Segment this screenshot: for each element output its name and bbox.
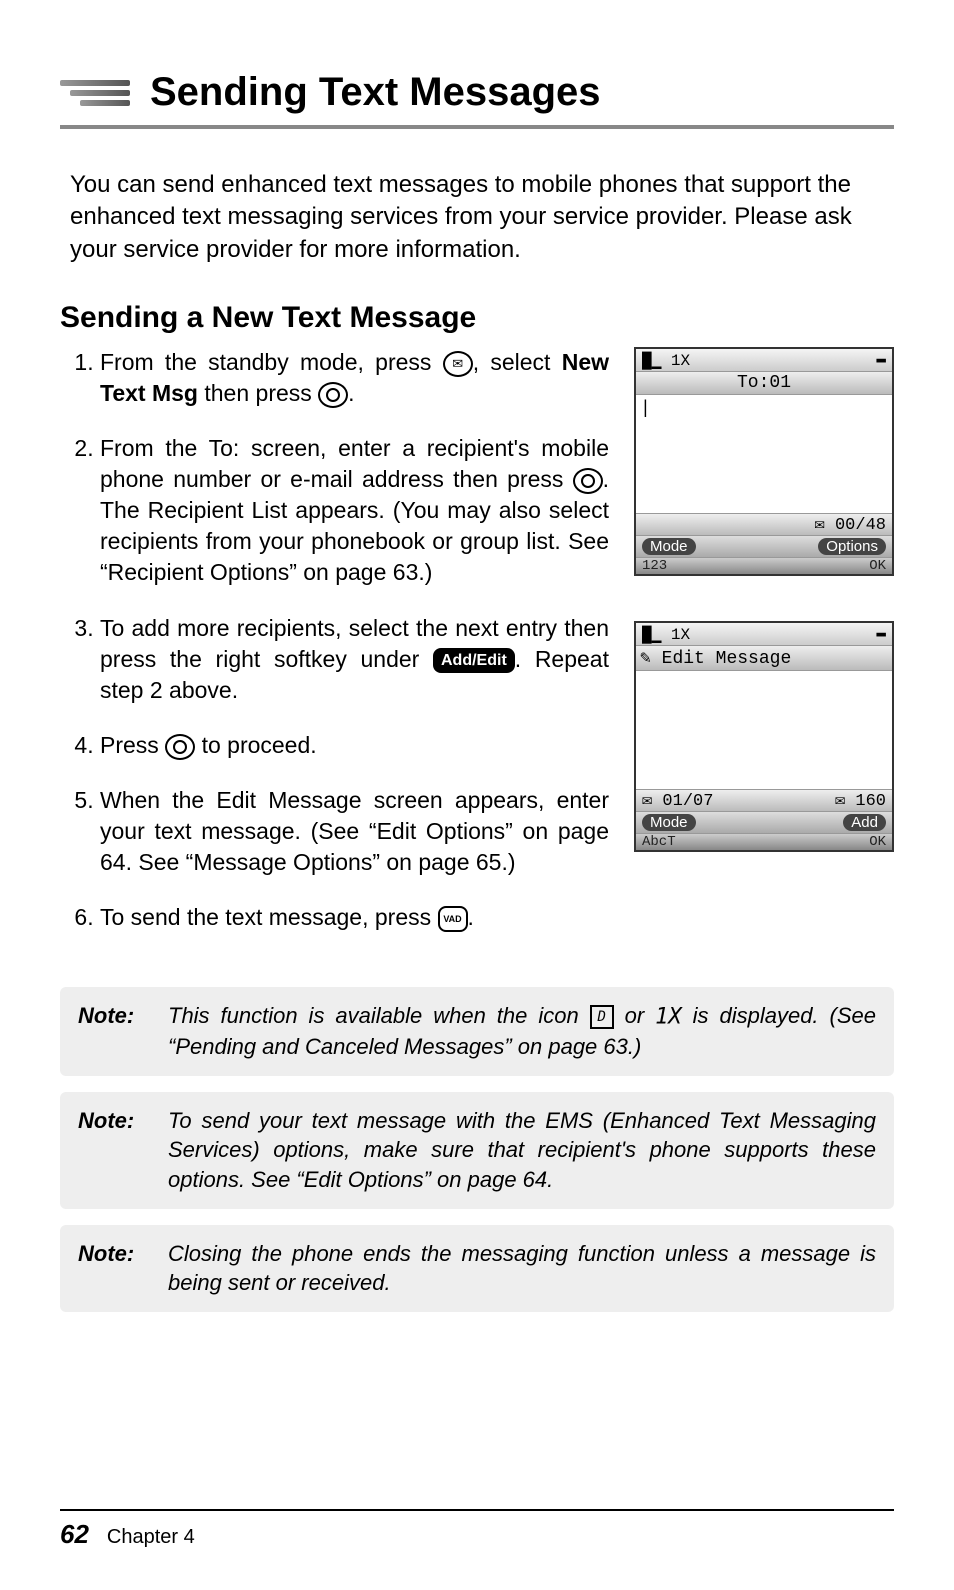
note-item: Note: To send your text message with the… [60, 1092, 894, 1209]
note-item: Note: Closing the phone ends the messagi… [60, 1225, 894, 1312]
signal-icon: █▁ 1X [642, 350, 690, 370]
left-softkey: Mode [642, 538, 696, 555]
signal-icon: █▁ 1X [642, 624, 690, 644]
vad-key-icon: VAD [438, 906, 468, 932]
screen-title: ✎ Edit Message [636, 646, 892, 671]
input-mode: AbcT [642, 834, 676, 850]
right-softkey: Add [843, 814, 886, 831]
battery-icon: ▬ [876, 350, 886, 370]
notes-section: Note: This function is available when th… [60, 987, 894, 1312]
note-label: Note: [78, 1001, 148, 1062]
page-footer: 62 Chapter 4 [60, 1509, 894, 1550]
right-softkey: Options [818, 538, 886, 555]
note-label: Note: [78, 1239, 148, 1298]
section-heading: Sending a New Text Message [60, 301, 894, 335]
step-6: To send the text message, press VAD. [100, 902, 609, 933]
intro-paragraph: You can send enhanced text messages to m… [70, 169, 894, 266]
screen-body [636, 671, 892, 790]
phone-screenshot-to: █▁ 1X ▬ To:01 | ✉ 00/48 Mode Options 123 OK [634, 347, 894, 576]
one-x-icon: 1X [655, 1004, 682, 1029]
page-number: 62 [60, 1519, 89, 1550]
steps-list: From the standby mode, press ✉, select N… [60, 347, 609, 933]
add-edit-softkey-label: Add/Edit [433, 648, 515, 674]
msg-counter: ✉ 01/07 [642, 790, 713, 811]
note-body: Closing the phone ends the messaging fun… [168, 1239, 876, 1298]
step-1: From the standby mode, press ✉, select N… [100, 347, 609, 409]
page-title: Sending Text Messages [150, 70, 601, 115]
step-4: Press to proceed. [100, 730, 609, 761]
ok-key-icon [165, 734, 195, 760]
screen-body: | [636, 395, 892, 514]
note-body: This function is available when the icon… [168, 1001, 876, 1062]
ok-label: OK [869, 834, 886, 850]
chapter-label: Chapter 4 [107, 1526, 195, 1549]
ok-key-icon [318, 382, 348, 408]
phone-screenshot-edit: █▁ 1X ▬ ✎ Edit Message ✉ 01/07 ✉ 160 Mode A… [634, 621, 894, 852]
ok-key-icon [573, 468, 603, 494]
note-item: Note: This function is available when th… [60, 987, 894, 1076]
input-mode: 123 [642, 558, 667, 574]
step-2: From the To: screen, enter a recipient's… [100, 433, 609, 588]
note-body: To send your text message with the EMS (… [168, 1106, 876, 1195]
char-counter: ✉ 00/48 [815, 514, 886, 535]
battery-icon: ▬ [876, 624, 886, 644]
char-counter: ✉ 160 [835, 790, 886, 811]
d-icon: D [590, 1005, 614, 1029]
ok-label: OK [869, 558, 886, 574]
step-3: To add more recipients, select the next … [100, 613, 609, 706]
envelope-key-icon: ✉ [443, 351, 473, 377]
left-softkey: Mode [642, 814, 696, 831]
screen-title: To:01 [636, 372, 892, 395]
header-lines-icon [60, 80, 130, 106]
page-header: Sending Text Messages [60, 70, 894, 129]
note-label: Note: [78, 1106, 148, 1195]
step-5: When the Edit Message screen appears, en… [100, 785, 609, 878]
